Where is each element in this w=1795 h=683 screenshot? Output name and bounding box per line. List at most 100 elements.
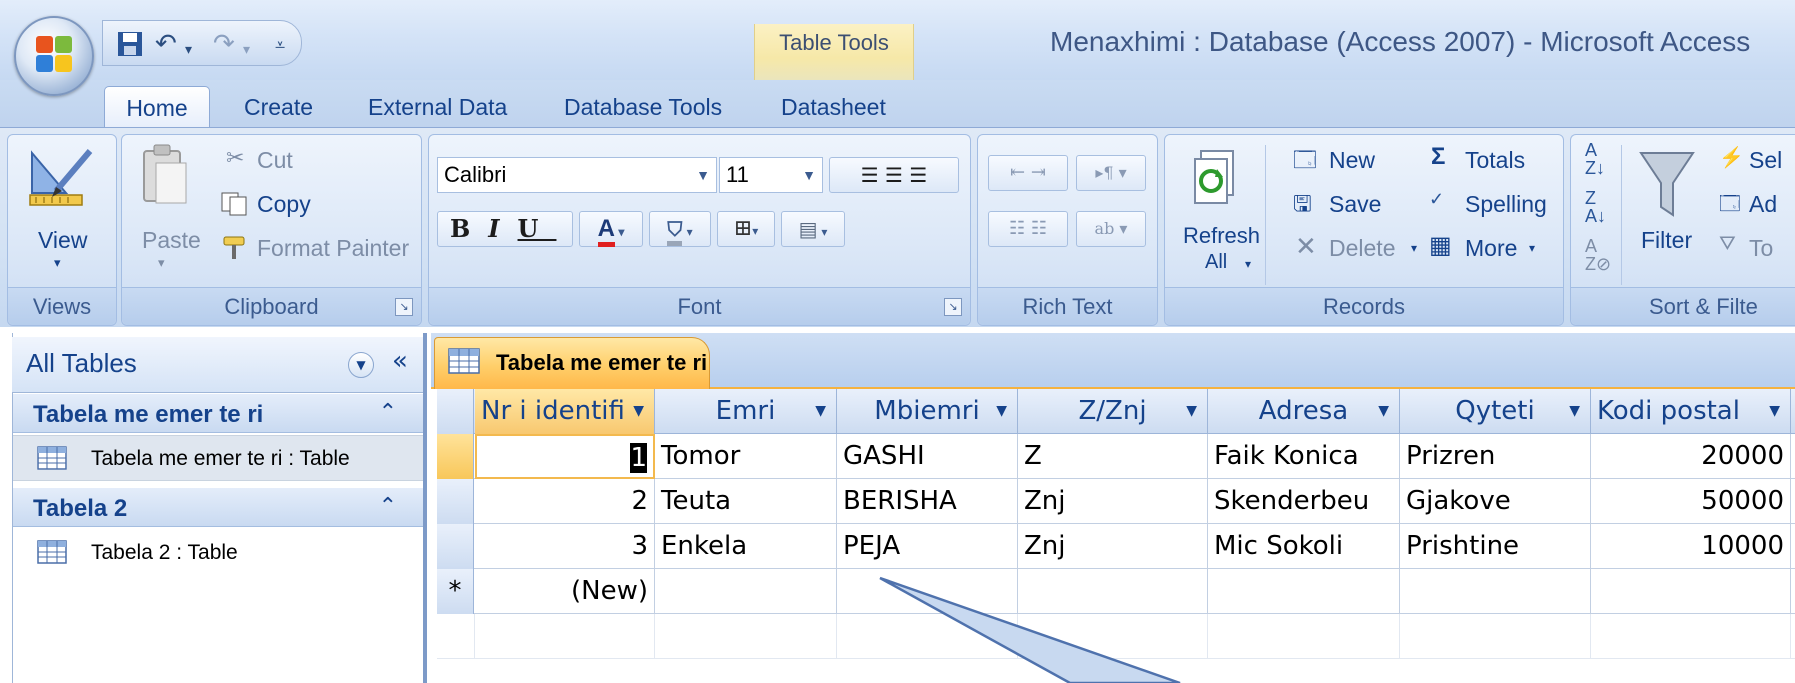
increase-indent-icon[interactable]: ⇥ (1031, 162, 1046, 183)
column-header-qyteti[interactable]: Qyteti ▼ (1400, 389, 1591, 434)
align-center-icon[interactable]: ☰ (885, 163, 903, 187)
spelling-button[interactable]: Spelling (1465, 191, 1547, 218)
highlight-button[interactable]: ab ▾ (1076, 211, 1146, 247)
clear-sort-icon[interactable]: A Z⊘ (1585, 237, 1611, 273)
cell-adresa[interactable]: Skenderbeu (1208, 479, 1400, 524)
font-size-combo[interactable]: 11 ▼ (719, 157, 823, 193)
cell-adresa[interactable]: Mic Sokoli (1208, 524, 1400, 569)
sort-descending-icon[interactable]: Z A↓ (1585, 189, 1606, 225)
cell-qyteti[interactable]: Prishtine (1400, 524, 1591, 569)
nav-item-tabela-me-emer-te-ri[interactable]: Tabela me emer te ri : Table (13, 435, 423, 481)
refresh-all-label[interactable]: All (1205, 251, 1227, 274)
gridlines-button[interactable]: ⊞▾ (717, 211, 775, 247)
cell-emri[interactable]: Tomor (655, 434, 837, 479)
cell-z-znj[interactable]: Z (1018, 434, 1208, 479)
row-selector[interactable] (437, 434, 474, 479)
nav-menu-dropdown-icon[interactable]: ▼ (348, 352, 374, 378)
row-selector[interactable] (437, 479, 474, 524)
font-color-button[interactable]: A ▾ (579, 211, 643, 247)
cell-nr-i-identifi[interactable]: 3 (475, 524, 655, 569)
tab-database-tools[interactable]: Database Tools (564, 86, 722, 128)
nav-group-header-tabela-me-emer-te-ri[interactable]: Tabela me emer te ri ⌃ (13, 393, 423, 433)
tab-external-data[interactable]: External Data (368, 86, 507, 128)
cell-qyteti[interactable]: Prizren (1400, 434, 1591, 479)
more-button[interactable]: More (1465, 235, 1517, 262)
cell-empty[interactable] (655, 569, 837, 614)
cell-emri[interactable]: Enkela (655, 524, 837, 569)
view-icon[interactable] (26, 145, 96, 211)
column-header-z-znj[interactable]: Z/Znj ▼ (1018, 389, 1208, 434)
cut-button[interactable]: Cut (257, 147, 293, 174)
undo-icon[interactable]: ↶ (155, 29, 177, 59)
cell-empty[interactable] (1400, 569, 1591, 614)
format-painter-button[interactable]: Format Painter (257, 235, 409, 262)
cell-emri[interactable]: Teuta (655, 479, 837, 524)
cell-empty[interactable] (1591, 569, 1791, 614)
view-button[interactable]: View (38, 227, 87, 254)
delete-button[interactable]: Delete (1329, 235, 1395, 262)
font-name-dropdown-icon[interactable]: ▼ (696, 158, 710, 192)
nav-item-tabela-2[interactable]: Tabela 2 : Table (13, 530, 423, 576)
save-icon[interactable] (117, 31, 143, 57)
navigation-pane-title[interactable]: All Tables (26, 348, 137, 379)
cell-adresa[interactable]: Faik Konica (1208, 434, 1400, 479)
row-selector[interactable] (437, 524, 474, 569)
cell-qyteti[interactable]: Gjakove (1400, 479, 1591, 524)
shutter-bar-close-icon[interactable]: « (392, 346, 408, 376)
filter-button[interactable]: Filter (1641, 227, 1692, 254)
advanced-filter-button[interactable]: Ad (1749, 191, 1777, 218)
align-left-icon[interactable]: ☰ (861, 163, 879, 187)
paste-dropdown-icon[interactable]: ▾ (158, 255, 165, 271)
refresh-icon[interactable] (1193, 149, 1237, 209)
undo-dropdown-icon[interactable]: ▾ (185, 35, 192, 65)
new-row-marker-icon[interactable]: * (437, 569, 474, 614)
view-dropdown-icon[interactable]: ▾ (54, 255, 61, 271)
clipboard-launcher-icon[interactable]: ↘ (395, 298, 413, 316)
filter-icon[interactable] (1639, 149, 1695, 219)
more-dropdown-icon[interactable]: ▾ (1529, 241, 1535, 255)
cell-mbiemri[interactable]: BERISHA (837, 479, 1018, 524)
bullet-list-icon[interactable]: ☷ (1031, 218, 1047, 239)
fill-color-button[interactable]: ⛉ ▾ (649, 211, 711, 247)
text-direction-button[interactable]: ▸¶ ▾ (1076, 155, 1146, 191)
font-size-dropdown-icon[interactable]: ▼ (802, 158, 816, 192)
select-all-corner[interactable] (437, 389, 474, 434)
collapse-group-icon[interactable]: ⌃ (379, 494, 397, 519)
cell-nr-i-identifi[interactable]: 1 (475, 434, 655, 479)
indent-buttons[interactable]: ⇤ ⇥ (988, 155, 1068, 191)
collapse-group-icon[interactable]: ⌃ (379, 400, 397, 425)
refresh-button[interactable]: Refresh (1183, 223, 1260, 249)
redo-icon[interactable]: ↷ (213, 29, 235, 59)
cell-empty[interactable] (1208, 569, 1400, 614)
new-record-button[interactable]: New (1329, 147, 1375, 174)
save-record-button[interactable]: Save (1329, 191, 1381, 218)
copy-button[interactable]: Copy (257, 191, 311, 218)
tab-datasheet[interactable]: Datasheet (781, 86, 886, 128)
cell-z-znj[interactable]: Znj (1018, 479, 1208, 524)
cell-kodi-postal[interactable]: 20000 (1591, 434, 1791, 479)
column-header-mbiemri[interactable]: Mbiemri ▼ (837, 389, 1018, 434)
cell-nr-i-identifi[interactable]: 2 (475, 479, 655, 524)
paste-button[interactable]: Paste (142, 227, 201, 254)
cell-new-placeholder[interactable]: (New) (475, 569, 655, 614)
italic-button[interactable]: I (488, 214, 517, 243)
column-header-emri[interactable]: Emri ▼ (655, 389, 837, 434)
delete-dropdown-icon[interactable]: ▾ (1411, 241, 1417, 255)
cell-mbiemri[interactable]: GASHI (837, 434, 1018, 479)
bold-button[interactable]: B (450, 214, 488, 243)
tab-home[interactable]: Home (104, 86, 210, 128)
font-name-combo[interactable]: Calibri ▼ (437, 157, 717, 193)
tab-create[interactable]: Create (244, 86, 313, 128)
totals-button[interactable]: Totals (1465, 147, 1525, 174)
nav-group-header-tabela-2[interactable]: Tabela 2 ⌃ (13, 487, 423, 527)
toggle-filter-button[interactable]: To (1749, 235, 1773, 262)
align-right-icon[interactable]: ☰ (909, 163, 927, 187)
underline-button[interactable]: U (518, 214, 557, 243)
cell-kodi-postal[interactable]: 10000 (1591, 524, 1791, 569)
numbered-list-icon[interactable]: ☷ (1009, 218, 1025, 239)
list-buttons[interactable]: ☷ ☷ (988, 211, 1068, 247)
refresh-dropdown-icon[interactable]: ▾ (1245, 257, 1251, 271)
office-button[interactable] (14, 16, 94, 96)
redo-dropdown-icon[interactable]: ▾ (243, 35, 250, 65)
alternate-fill-button[interactable]: ▤ ▾ (781, 211, 845, 247)
